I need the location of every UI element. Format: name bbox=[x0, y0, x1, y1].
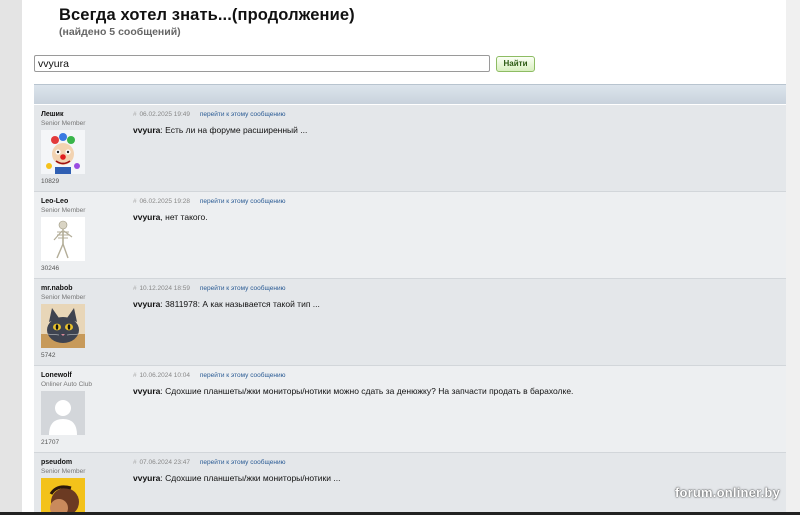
post-row: Leo-Leo Senior Member 30246 # 06.02.2025… bbox=[34, 192, 786, 279]
post-body: vvyura: 3811978: А как называется такой … bbox=[133, 299, 320, 309]
post-date: 10.06.2024 10:04 bbox=[139, 372, 191, 379]
post-meta: # 06.02.2025 19:49 перейти к этому сообщ… bbox=[133, 111, 285, 118]
right-margin-strip bbox=[786, 0, 800, 515]
post-count: 30246 bbox=[41, 265, 60, 272]
post-meta: # 10.06.2024 10:04 перейти к этому сообщ… bbox=[133, 372, 285, 379]
author-rank: Senior Member bbox=[41, 207, 86, 214]
cat-avatar-icon[interactable] bbox=[41, 304, 85, 348]
site-watermark: forum.onliner.by bbox=[674, 485, 780, 500]
post-anchor-hash[interactable]: # bbox=[133, 372, 137, 379]
post-anchor-hash[interactable]: # bbox=[133, 198, 137, 205]
post-row: Lonewolf Onliner Auto Club 21707 # 10.06… bbox=[34, 366, 786, 453]
goto-post-link[interactable]: перейти к этому сообщению bbox=[200, 198, 286, 205]
search-input[interactable] bbox=[34, 55, 490, 72]
author-name[interactable]: Лешик bbox=[41, 111, 63, 118]
post-text: : 3811978: А как называется такой тип ..… bbox=[160, 299, 320, 309]
author-rank: Onliner Auto Club bbox=[41, 381, 92, 388]
post-meta: # 10.12.2024 18:59 перейти к этому сообщ… bbox=[133, 285, 285, 292]
post-row: Лешик Senior Member 10829 # 06.02.2025 1… bbox=[34, 105, 786, 192]
post-count: 10829 bbox=[41, 178, 60, 185]
post-date: 07.06.2024 23:47 bbox=[139, 459, 191, 466]
author-rank: Senior Member bbox=[41, 468, 86, 475]
author-rank: Senior Member bbox=[41, 120, 86, 127]
author-name[interactable]: pseudom bbox=[41, 459, 72, 466]
child-avatar-icon[interactable] bbox=[41, 478, 85, 515]
post-body: vvyura: Сдохшие планшеты/жки мониторы/но… bbox=[133, 473, 340, 483]
search-button[interactable]: Найти bbox=[496, 56, 535, 72]
post-date: 06.02.2025 19:49 bbox=[139, 111, 191, 118]
post-count: 5742 bbox=[41, 352, 56, 359]
post-row: mr.nabob Senior Member 5742 # 10.12.2024… bbox=[34, 279, 786, 366]
post-row: pseudom Senior Member # 07.06.2024 23:47… bbox=[34, 453, 786, 515]
results-header-bar bbox=[34, 84, 786, 104]
skeleton-avatar-icon[interactable] bbox=[41, 217, 85, 261]
post-body: vvyura: Есть ли на форуме расширенный ..… bbox=[133, 125, 307, 135]
quoted-author: vvyura bbox=[133, 299, 161, 309]
goto-post-link[interactable]: перейти к этому сообщению bbox=[200, 459, 286, 466]
author-rank: Senior Member bbox=[41, 294, 86, 301]
quoted-author: vvyura bbox=[133, 212, 161, 222]
post-body: vvyura: Сдохшие планшеты/жки мониторы/но… bbox=[133, 386, 573, 396]
goto-post-link[interactable]: перейти к этому сообщению bbox=[200, 111, 286, 118]
quoted-author: vvyura bbox=[133, 386, 161, 396]
post-count: 21707 bbox=[41, 439, 60, 446]
post-meta: # 06.02.2025 19:28 перейти к этому сообщ… bbox=[133, 198, 285, 205]
post-date: 10.12.2024 18:59 bbox=[139, 285, 191, 292]
post-text: : Есть ли на форуме расширенный ... bbox=[160, 125, 308, 135]
author-name[interactable]: mr.nabob bbox=[41, 285, 73, 292]
post-text: , нет такого. bbox=[160, 212, 208, 222]
default-user-avatar-icon[interactable] bbox=[41, 391, 85, 435]
results-count: (найдено 5 сообщений) bbox=[59, 26, 181, 38]
goto-post-link[interactable]: перейти к этому сообщению bbox=[200, 372, 286, 379]
post-text: : Сдохшие планшеты/жки мониторы/нотики м… bbox=[160, 386, 574, 396]
author-name[interactable]: Lonewolf bbox=[41, 372, 72, 379]
left-margin-strip bbox=[0, 0, 22, 515]
clown-avatar-icon[interactable] bbox=[41, 130, 85, 174]
page-title: Всегда хотел знать...(продолжение) bbox=[59, 6, 355, 24]
post-text: : Сдохшие планшеты/жки мониторы/нотики .… bbox=[160, 473, 341, 483]
post-anchor-hash[interactable]: # bbox=[133, 459, 137, 466]
post-anchor-hash[interactable]: # bbox=[133, 285, 137, 292]
quoted-author: vvyura bbox=[133, 125, 161, 135]
post-date: 06.02.2025 19:28 bbox=[139, 198, 191, 205]
goto-post-link[interactable]: перейти к этому сообщению bbox=[200, 285, 286, 292]
post-anchor-hash[interactable]: # bbox=[133, 111, 137, 118]
author-name[interactable]: Leo-Leo bbox=[41, 198, 68, 205]
post-meta: # 07.06.2024 23:47 перейти к этому сообщ… bbox=[133, 459, 285, 466]
quoted-author: vvyura bbox=[133, 473, 161, 483]
post-body: vvyura, нет такого. bbox=[133, 212, 208, 222]
